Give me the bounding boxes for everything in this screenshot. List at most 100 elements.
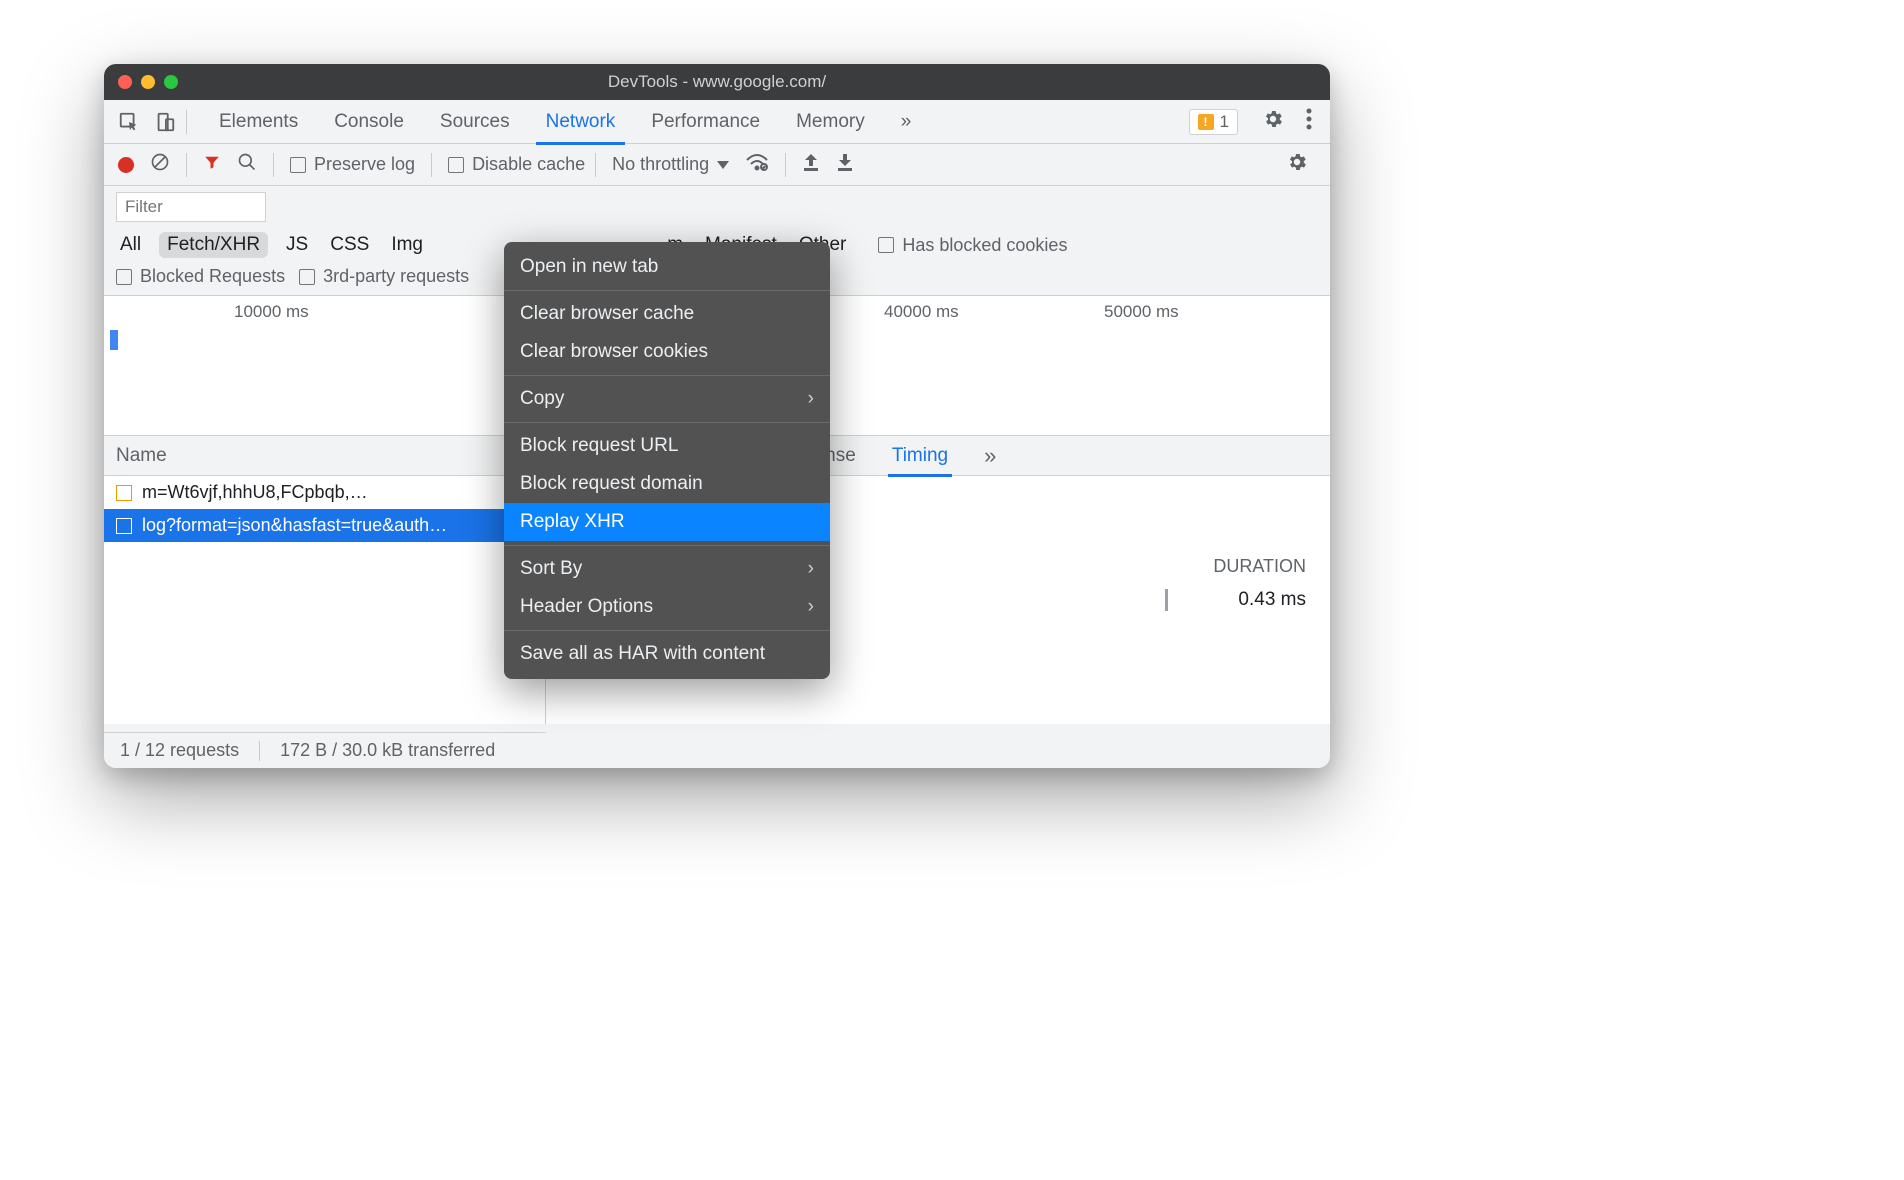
checkbox-icon <box>878 237 894 253</box>
network-toolbar: Preserve log Disable cache No throttling <box>104 144 1330 186</box>
chevron-right-icon: › <box>808 388 814 410</box>
ctx-sort-by[interactable]: Sort By› <box>504 550 830 588</box>
throttling-label: No throttling <box>612 154 709 175</box>
status-transferred: 172 B / 30.0 kB transferred <box>280 740 495 761</box>
devtools-window: DevTools - www.google.com/ Elements Cons… <box>104 64 1330 768</box>
ctx-header-options[interactable]: Header Options› <box>504 588 830 626</box>
queueing-bar <box>1165 589 1168 611</box>
ctx-clear-cache[interactable]: Clear browser cache <box>504 295 830 333</box>
ctx-block-domain[interactable]: Block request domain <box>504 465 830 503</box>
panel-tabs: Elements Console Sources Network Perform… <box>104 100 1330 144</box>
tab-list: Elements Console Sources Network Perform… <box>201 100 929 144</box>
inspect-element-icon[interactable] <box>114 107 144 137</box>
export-har-icon[interactable] <box>836 152 854 177</box>
ctx-save-har[interactable]: Save all as HAR with content <box>504 635 830 673</box>
divider <box>186 153 187 177</box>
close-window-button[interactable] <box>118 75 132 89</box>
blocked-requests-checkbox[interactable]: Blocked Requests <box>116 266 285 287</box>
time-label: 10000 ms <box>234 302 309 322</box>
time-label: 40000 ms <box>884 302 959 322</box>
queueing-duration: 0.43 ms <box>1238 589 1306 611</box>
tab-more[interactable]: » <box>883 100 930 144</box>
filter-css[interactable]: CSS <box>326 232 373 258</box>
warning-icon: ! <box>1198 114 1214 130</box>
blocked-requests-label: Blocked Requests <box>140 266 285 287</box>
separator <box>504 290 830 291</box>
ctx-block-url[interactable]: Block request URL <box>504 427 830 465</box>
filter-img[interactable]: Img <box>387 232 427 258</box>
ctx-clear-cookies[interactable]: Clear browser cookies <box>504 333 830 371</box>
divider <box>595 153 596 177</box>
traffic-lights <box>118 75 178 89</box>
ctx-copy[interactable]: Copy› <box>504 380 830 418</box>
third-party-checkbox[interactable]: 3rd-party requests <box>299 266 469 287</box>
tab-sources[interactable]: Sources <box>422 100 528 144</box>
checkbox-icon <box>299 269 315 285</box>
has-blocked-cookies-checkbox[interactable]: Has blocked cookies <box>878 235 1067 256</box>
checkbox-icon <box>290 157 306 173</box>
minimize-window-button[interactable] <box>141 75 155 89</box>
separator <box>504 375 830 376</box>
timeline-marker <box>110 330 118 350</box>
tab-console[interactable]: Console <box>316 100 422 144</box>
preserve-log-label: Preserve log <box>314 154 415 175</box>
chevron-right-icon: › <box>808 596 814 618</box>
filter-js[interactable]: JS <box>282 232 312 258</box>
settings-icon[interactable] <box>1254 108 1292 135</box>
checkbox-icon <box>116 269 132 285</box>
request-row[interactable]: log?format=json&hasfast=true&auth… <box>104 509 545 542</box>
separator <box>504 545 830 546</box>
window-title: DevTools - www.google.com/ <box>104 72 1330 92</box>
throttling-select[interactable]: No throttling <box>612 154 729 175</box>
filter-toggle-icon[interactable] <box>203 153 221 176</box>
requests-header: Name <box>104 436 545 476</box>
separator <box>504 422 830 423</box>
search-icon[interactable] <box>237 152 257 177</box>
network-settings-icon[interactable] <box>1278 151 1316 178</box>
chevron-down-icon <box>717 161 729 169</box>
status-bar: 1 / 12 requests 172 B / 30.0 kB transfer… <box>104 732 546 768</box>
import-har-icon[interactable] <box>802 152 820 177</box>
issues-count: 1 <box>1220 112 1229 132</box>
filter-fetch-xhr[interactable]: Fetch/XHR <box>159 232 268 258</box>
disable-cache-label: Disable cache <box>472 154 585 175</box>
disable-cache-checkbox[interactable]: Disable cache <box>448 154 585 175</box>
tab-network[interactable]: Network <box>528 100 634 144</box>
request-type-icon <box>116 485 132 501</box>
issues-badge[interactable]: ! 1 <box>1189 109 1238 135</box>
request-name: m=Wt6vjf,hhhU8,FCpbqb,… <box>142 482 368 503</box>
device-toggle-icon[interactable] <box>150 107 180 137</box>
tab-memory[interactable]: Memory <box>778 100 883 144</box>
third-party-label: 3rd-party requests <box>323 266 469 287</box>
titlebar: DevTools - www.google.com/ <box>104 64 1330 100</box>
record-button[interactable] <box>118 157 134 173</box>
tab-more[interactable]: » <box>980 436 1000 476</box>
divider <box>259 741 260 761</box>
time-label: 50000 ms <box>1104 302 1179 322</box>
request-type-icon <box>116 518 132 534</box>
request-name: log?format=json&hasfast=true&auth… <box>142 515 447 536</box>
tab-elements[interactable]: Elements <box>201 100 316 144</box>
filter-all[interactable]: All <box>116 232 145 258</box>
divider <box>273 153 274 177</box>
ctx-replay-xhr[interactable]: Replay XHR <box>504 503 830 541</box>
tab-timing[interactable]: Timing <box>888 436 952 476</box>
divider <box>186 110 187 134</box>
filter-input[interactable] <box>116 192 266 222</box>
clear-button[interactable] <box>150 152 170 177</box>
preserve-log-checkbox[interactable]: Preserve log <box>290 154 415 175</box>
chevron-right-icon: › <box>808 558 814 580</box>
network-conditions-icon[interactable] <box>745 152 769 177</box>
context-menu: Open in new tab Clear browser cache Clea… <box>504 242 830 679</box>
maximize-window-button[interactable] <box>164 75 178 89</box>
divider <box>785 153 786 177</box>
divider <box>431 153 432 177</box>
requests-panel: Name m=Wt6vjf,hhhU8,FCpbqb,… log?format=… <box>104 436 546 724</box>
request-row[interactable]: m=Wt6vjf,hhhU8,FCpbqb,… <box>104 476 545 509</box>
ctx-open-new-tab[interactable]: Open in new tab <box>504 248 830 286</box>
checkbox-icon <box>448 157 464 173</box>
tab-performance[interactable]: Performance <box>633 100 778 144</box>
more-menu-icon[interactable] <box>1298 108 1320 135</box>
duration-label: DURATION <box>1213 556 1306 577</box>
separator <box>504 630 830 631</box>
